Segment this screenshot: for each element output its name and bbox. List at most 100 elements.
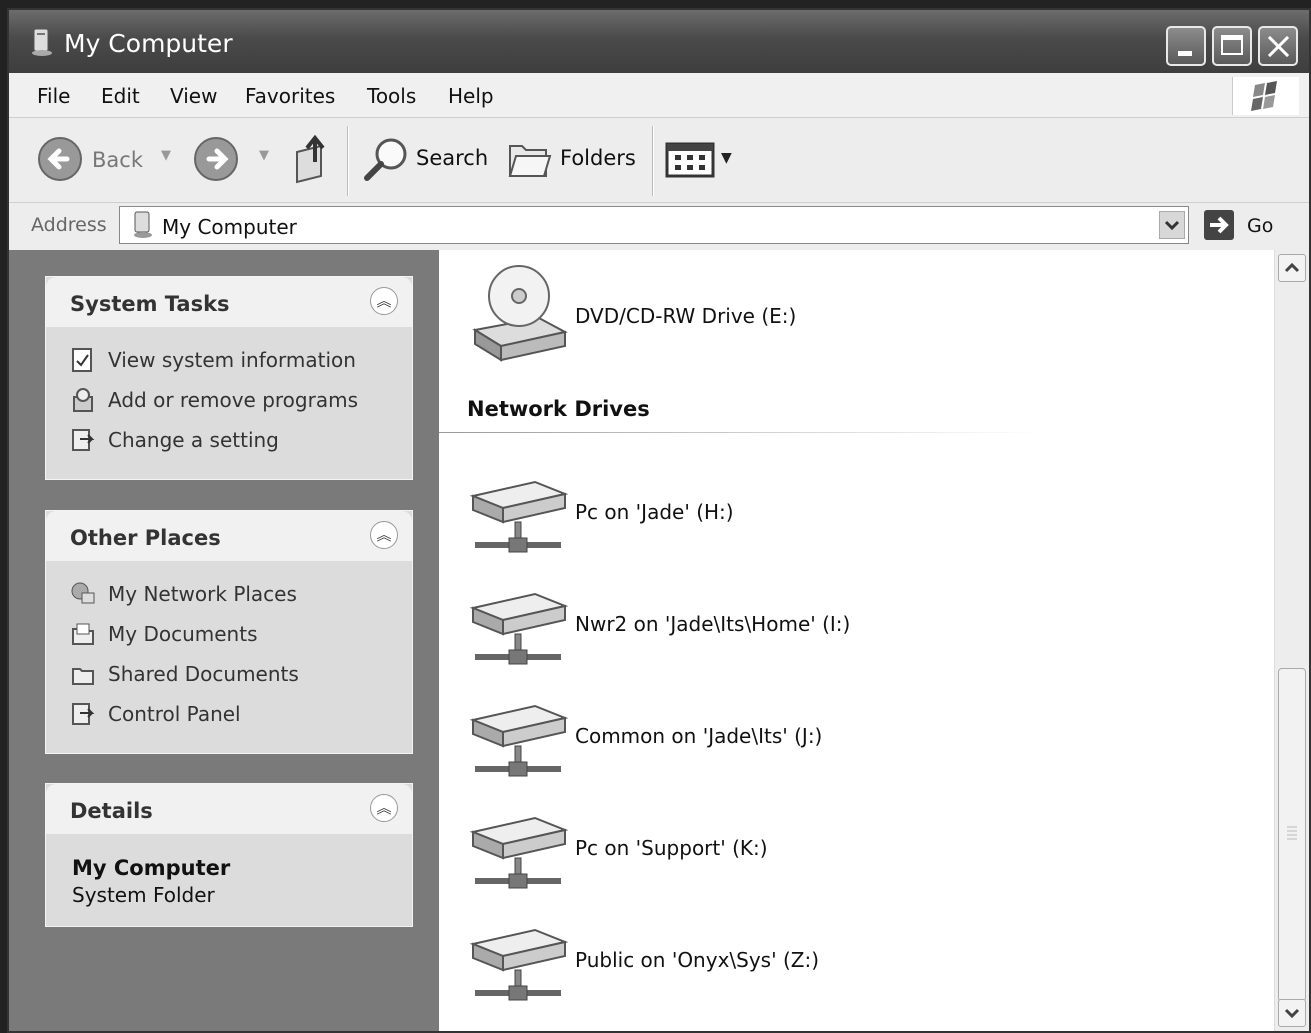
go-button[interactable] [1204,210,1234,240]
system-tasks-panel: System Tasks ︽ View system information A… [45,276,413,480]
other-places-header[interactable]: Other Places ︽ [46,511,412,561]
collapse-icon[interactable]: ︽ [370,287,398,315]
file-list-view: DVD/CD-RW Drive (E:) Network Drives Pc o… [439,250,1309,1031]
shared-folder-icon [72,668,94,685]
details-header[interactable]: Details ︽ [46,784,412,834]
standard-toolbar: Back ▼ ▼ Search Folders ▼ [9,118,1309,203]
place-label: Shared Documents [108,662,299,686]
menu-view[interactable]: View [170,84,217,108]
my-computer-window: My Computer File Edit View Favorites Too… [7,8,1311,1033]
change-setting-link[interactable]: Change a setting [70,427,279,453]
place-label: My Network Places [108,582,297,606]
chevron-up-icon [1284,262,1300,273]
views-button[interactable]: ▼ [665,142,735,182]
task-label: View system information [108,348,356,372]
drive-label: Pc on 'Jade' (H:) [575,500,734,524]
maximize-button[interactable] [1212,26,1252,66]
network-drive-item[interactable]: Pc on 'Support' (K:) [469,812,1169,892]
search-label: Search [416,146,489,170]
network-drive-icon [469,480,569,553]
scroll-thumb[interactable] [1278,668,1306,1002]
add-remove-programs-link[interactable]: Add or remove programs [70,387,358,413]
shared-documents-link[interactable]: Shared Documents [70,661,299,687]
menu-bar: File Edit View Favorites Tools Help [9,73,1309,118]
drive-label: Public on 'Onyx\Sys' (Z:) [575,948,819,972]
drive-label: DVD/CD-RW Drive (E:) [575,304,797,328]
control-panel-icon [72,703,95,725]
system-tasks-title: System Tasks [70,292,230,316]
grip-icon [1287,826,1297,840]
menu-edit[interactable]: Edit [101,84,140,108]
network-drive-item[interactable]: Common on 'Jade\Its' (J:) [469,700,1169,780]
network-drive-icon [469,704,569,777]
task-label: Change a setting [108,428,279,452]
minimize-button[interactable] [1166,26,1206,66]
address-value: My Computer [162,215,297,239]
other-places-title: Other Places [70,526,221,550]
add-remove-programs-icon [73,388,93,412]
network-places-icon [71,582,95,604]
place-label: Control Panel [108,702,241,726]
computer-icon [134,211,152,238]
chevron-down-icon [1284,1008,1300,1019]
collapse-icon[interactable]: ︽ [370,521,398,549]
go-label[interactable]: Go [1247,215,1273,237]
drive-label: Common on 'Jade\Its' (J:) [575,724,823,748]
my-network-places-link[interactable]: My Network Places [70,581,297,607]
search-icon [364,138,407,181]
task-label: Add or remove programs [108,388,358,412]
views-dropdown-icon[interactable]: ▼ [721,150,732,166]
network-drive-item[interactable]: Nwr2 on 'Jade\Its\Home' (I:) [469,588,1169,668]
menu-help[interactable]: Help [448,84,494,108]
drive-label: Pc on 'Support' (K:) [575,836,768,860]
details-title: Details [70,799,153,823]
menu-tools[interactable]: Tools [367,84,416,108]
network-drive-item[interactable]: Public on 'Onyx\Sys' (Z:) [469,924,1169,1004]
close-button[interactable] [1258,26,1298,66]
view-system-information-link[interactable]: View system information [70,347,356,373]
up-folder-button[interactable] [291,132,337,184]
network-drive-item[interactable]: Pc on 'Jade' (H:) [469,476,1169,556]
window-title: My Computer [64,29,233,58]
menu-file[interactable]: File [37,84,70,108]
back-arrow-icon [38,137,82,181]
address-input[interactable]: My Computer [119,206,1189,244]
folders-icon [508,145,552,177]
collapse-icon[interactable]: ︽ [370,794,398,822]
details-panel: Details ︽ My Computer System Folder [45,783,413,927]
network-drive-icon [469,816,569,889]
system-tasks-header[interactable]: System Tasks ︽ [46,277,412,327]
scroll-up-button[interactable] [1278,254,1306,282]
scroll-down-button[interactable] [1278,999,1306,1027]
address-dropdown-button[interactable] [1159,211,1185,239]
title-bar[interactable]: My Computer [9,10,1309,73]
dvd-drive-icon [472,265,568,362]
dvd-drive-item[interactable]: DVD/CD-RW Drive (E:) [469,262,869,362]
vertical-scrollbar[interactable] [1274,250,1309,1031]
network-drive-icon [469,592,569,665]
control-panel-icon [72,429,95,451]
toolbar-separator [347,126,349,196]
go-arrow-icon [1210,216,1229,234]
toolbar-separator [652,126,654,196]
back-dropdown-icon[interactable]: ▼ [161,148,171,163]
folders-button[interactable]: Folders [506,134,636,186]
search-button[interactable]: Search [361,134,489,186]
menu-favorites[interactable]: Favorites [245,84,335,108]
back-label: Back [92,148,143,172]
chevron-down-icon [1164,220,1180,231]
group-divider [439,432,1039,433]
control-panel-link[interactable]: Control Panel [70,701,241,727]
back-button[interactable]: Back ▼ [37,136,177,184]
my-documents-link[interactable]: My Documents [70,621,257,647]
network-drives-heading: Network Drives [467,397,650,421]
forward-arrow-icon [194,137,238,181]
details-name: My Computer [72,856,231,880]
forward-dropdown-icon[interactable]: ▼ [259,148,269,163]
forward-button[interactable]: ▼ [193,136,277,184]
folders-label: Folders [560,146,636,170]
views-icon [665,142,715,178]
windows-logo-icon [1232,77,1299,115]
details-type: System Folder [72,883,215,907]
computer-icon [32,28,52,56]
